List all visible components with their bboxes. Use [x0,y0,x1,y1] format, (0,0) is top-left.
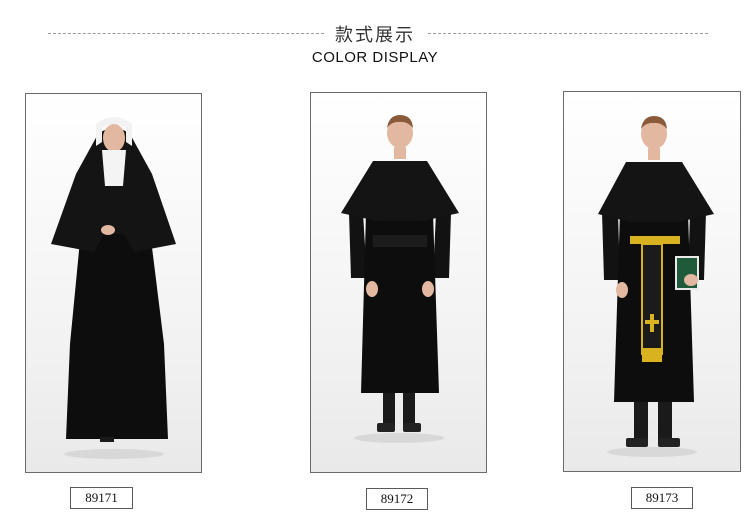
color-display-page: 款式展示 COLOR DISPLAY 89171 89172 89173 [0,0,750,523]
product-photo-nun[interactable] [25,93,202,473]
product-code-89171: 89171 [70,487,133,509]
section-title-english: COLOR DISPLAY [311,49,439,66]
product-code-89172: 89172 [366,488,428,510]
section-title-chinese: 款式展示 [335,25,415,46]
priest-figure-illustration [341,115,459,443]
nun-figure-illustration [51,117,176,459]
product-code-89173: 89173 [631,487,693,509]
priest-stole-figure-illustration [598,116,714,457]
product-photo-priest-stole[interactable] [563,91,741,472]
product-photo-priest[interactable] [310,92,487,473]
